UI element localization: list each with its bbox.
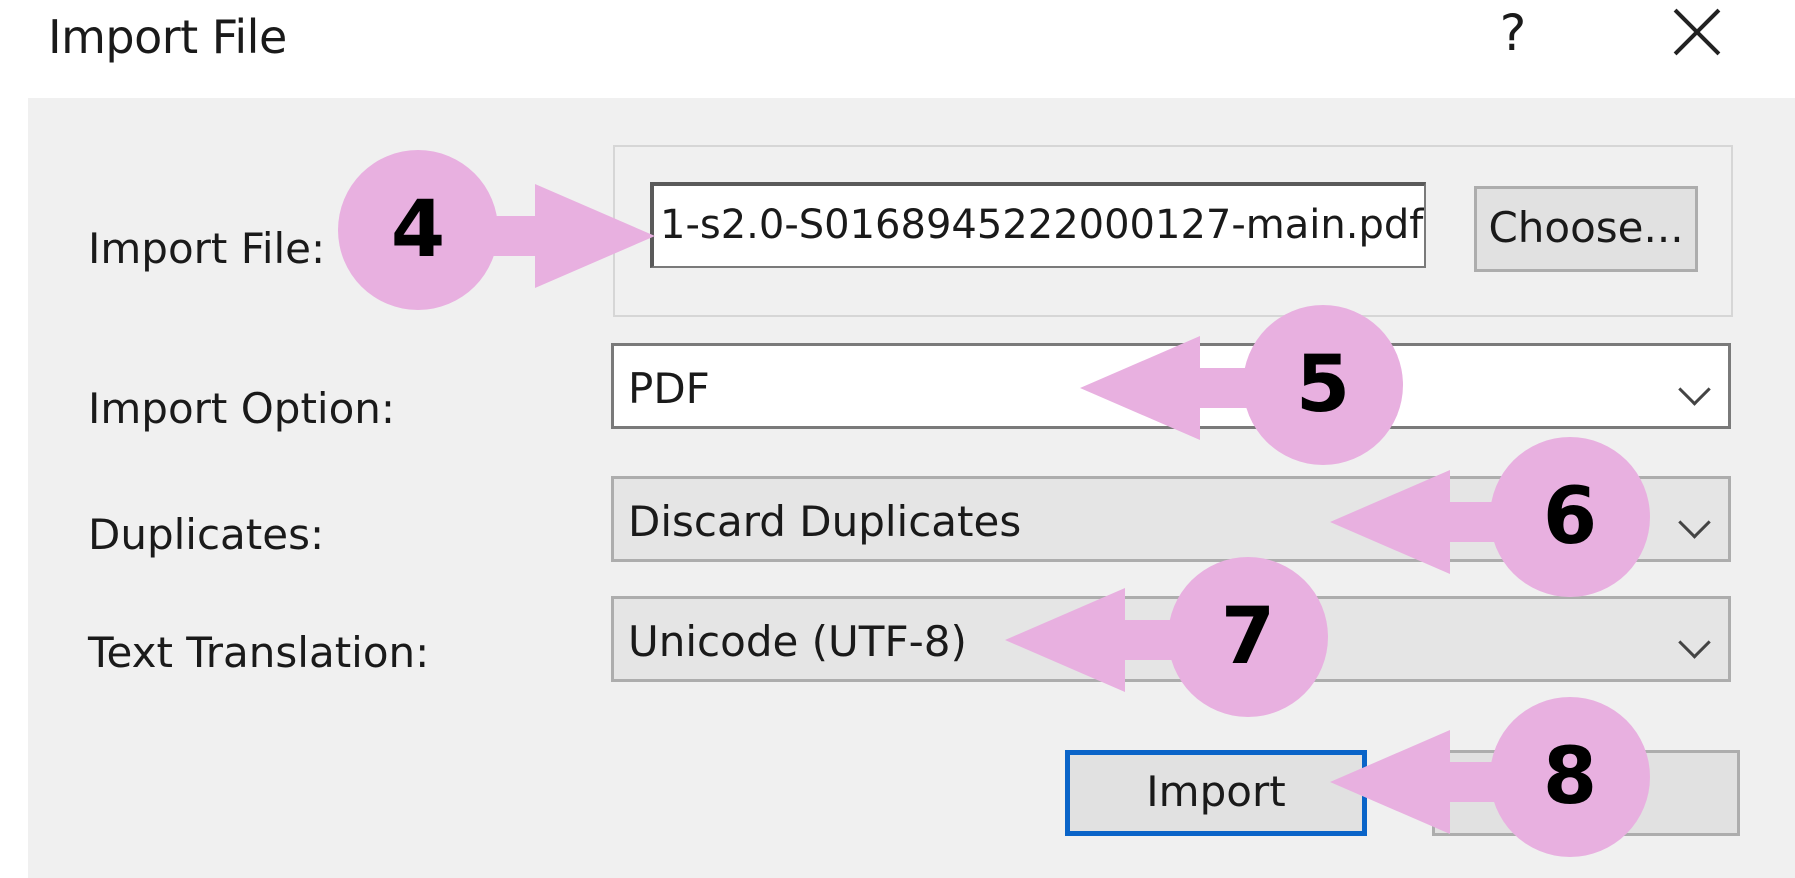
callout-badge: 6 [1490,437,1650,597]
choose-button[interactable]: Choose... [1474,186,1698,272]
close-icon[interactable] [1672,8,1722,58]
callout-arrow-head [1080,336,1200,440]
import-file-input[interactable]: 1-s2.0-S0168945222000127-main.pdf [650,182,1426,268]
import-file-label: Import File: [88,224,326,273]
callout-badge: 8 [1490,697,1650,857]
callout-arrow-head [1005,588,1125,692]
text-translation-label: Text Translation: [88,628,430,677]
duplicates-value: Discard Duplicates [628,497,1022,546]
duplicates-label: Duplicates: [88,510,325,559]
window-title: Import File [48,10,287,64]
callout-badge: 4 [338,150,498,310]
import-button[interactable]: Import [1065,750,1367,836]
callout-arrow-head [1330,470,1450,574]
chevron-down-icon [1678,626,1711,659]
callout-badge: 5 [1243,305,1403,465]
help-button[interactable]: ? [1488,4,1538,62]
chevron-down-icon [1678,506,1711,539]
import-option-value: PDF [628,364,710,413]
callout-arrow-head [535,184,655,288]
chevron-down-icon [1678,373,1711,406]
import-option-label: Import Option: [88,384,396,433]
callout-badge: 7 [1168,557,1328,717]
text-translation-value: Unicode (UTF-8) [628,617,967,666]
callout-arrow-head [1330,730,1450,834]
